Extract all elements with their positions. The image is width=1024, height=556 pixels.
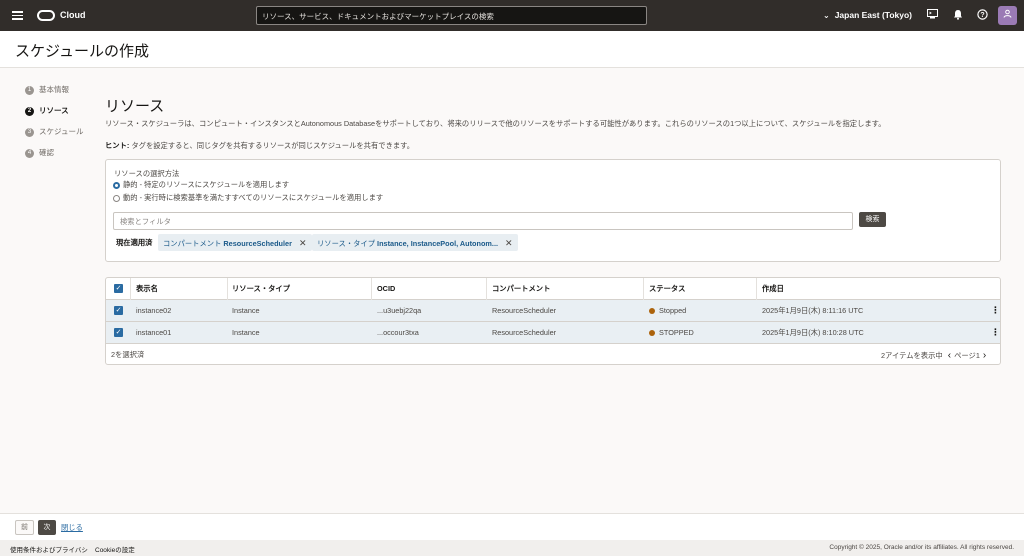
column-header[interactable]: ステータス	[649, 284, 685, 294]
copyright-text: Copyright © 2025, Oracle and/or its affi…	[829, 544, 1014, 551]
table-header: ✓ 表示名 リソース・タイプ OCID コンパートメント ステータス 作成日	[106, 278, 1000, 300]
row-actions-menu-icon[interactable]: ⋮	[991, 305, 1000, 316]
next-button[interactable]: 次	[38, 520, 56, 535]
cell-status: STOPPED	[649, 328, 694, 337]
help-icon[interactable]: ?	[976, 9, 988, 21]
section-description: リソース・スケジューラは、コンピュート・インスタンスとAutonomous Da…	[105, 119, 886, 128]
step-number: 1	[25, 85, 34, 95]
column-header[interactable]: コンパートメント	[492, 284, 550, 294]
hint-label: ヒント:	[105, 141, 130, 150]
chip-value: Instance, InstancePool, Autonom...	[377, 239, 499, 248]
column-header[interactable]: 表示名	[136, 284, 158, 294]
selection-method-label: リソースの選択方法	[114, 169, 180, 178]
selected-count: 2を選択済	[111, 350, 145, 359]
row-actions-menu-icon[interactable]: ⋮	[991, 327, 1000, 338]
cell-status: Stopped	[649, 306, 686, 315]
cell-created: 2025年1月9日(木) 8:11:16 UTC	[762, 306, 864, 315]
cookie-settings-link[interactable]: Cookieの設定	[95, 544, 135, 554]
step-label: スケジュール	[39, 127, 84, 136]
previous-button[interactable]: 前	[15, 520, 34, 535]
step-resources[interactable]: 2 リソース	[25, 105, 69, 116]
svg-text:?: ?	[980, 12, 984, 19]
close-icon[interactable]: ✕	[299, 238, 307, 248]
global-search-input[interactable]: リソース、サービス、ドキュメントおよびマーケットプレイスの検索	[256, 6, 647, 25]
radio-dynamic-label: 動的 - 実行時に検索基準を満たすすべてのリソースにスケジュールを適用します	[123, 193, 384, 202]
cell-ocid: ...occour3txa	[377, 328, 419, 337]
section-title: リソース	[105, 98, 165, 115]
row-checkbox[interactable]: ✓	[114, 306, 123, 315]
radio-button-icon	[113, 194, 120, 202]
status-dot-icon	[649, 330, 655, 337]
filter-chip-compartment[interactable]: コンパートメント ResourceScheduler ✕	[158, 234, 312, 251]
cell-display-name: instance02	[136, 306, 172, 315]
terms-privacy-link[interactable]: 使用条件およびプライバシ	[10, 544, 88, 554]
status-label: STOPPED	[659, 328, 694, 337]
resources-table: ✓ 表示名 リソース・タイプ OCID コンパートメント ステータス 作成日 ✓…	[105, 277, 1001, 365]
chip-prefix: リソース・タイプ	[317, 239, 378, 248]
cell-compartment: ResourceScheduler	[492, 306, 557, 315]
top-navigation-bar: Cloud リソース、サービス、ドキュメントおよびマーケットプレイスの検索 ⌄ J…	[0, 0, 1024, 31]
step-number: 2	[25, 106, 34, 116]
pagination: 2アイテムを表示中 ‹ ページ1 ›	[881, 350, 989, 361]
cell-resource-type: Instance	[232, 328, 260, 337]
chevron-down-icon: ⌄	[823, 11, 830, 20]
filter-chip-resource-type[interactable]: リソース・タイプ Instance, InstancePool, Autonom…	[312, 234, 518, 251]
cell-display-name: instance01	[136, 328, 172, 337]
cell-resource-type: Instance	[232, 306, 260, 315]
oracle-logo-icon[interactable]	[37, 10, 55, 21]
status-label: Stopped	[659, 306, 687, 315]
select-all-checkbox[interactable]: ✓	[114, 284, 123, 293]
search-button[interactable]: 検索	[859, 212, 886, 227]
resource-selection-panel: リソースの選択方法 静的 - 特定のリソースにスケジュールを適用します 動的 -…	[105, 159, 1001, 262]
page-title: スケジュールの作成	[15, 43, 149, 60]
search-filter-input[interactable]: 検索とフィルタ	[113, 212, 853, 230]
step-review[interactable]: 4 確認	[25, 147, 54, 158]
cell-ocid: ...u3uebj22qa	[377, 306, 422, 315]
column-header[interactable]: OCID	[377, 284, 395, 293]
step-label: 基本情報	[39, 85, 69, 94]
status-dot-icon	[649, 308, 655, 315]
page-indicator: ページ1	[954, 351, 980, 360]
hint-body: タグを設定すると、同じタグを共有するリソースが同じスケジュールを共有できます。	[129, 141, 415, 150]
region-selector[interactable]: ⌄ Japan East (Tokyo)	[823, 10, 912, 20]
hint-text: ヒント: タグを設定すると、同じタグを共有するリソースが同じスケジュールを共有で…	[105, 141, 414, 151]
close-link[interactable]: 閉じる	[61, 523, 83, 533]
step-label: 確認	[39, 148, 54, 157]
chip-prefix: コンパートメント	[163, 239, 224, 248]
radio-dynamic[interactable]: 動的 - 実行時に検索基準を満たすすべてのリソースにスケジュールを適用します	[113, 193, 383, 203]
chip-value: ResourceScheduler	[223, 239, 292, 248]
radio-static-label: 静的 - 特定のリソースにスケジュールを適用します	[123, 180, 290, 189]
step-basic-info[interactable]: 1 基本情報	[25, 84, 69, 95]
step-number: 3	[25, 127, 34, 137]
table-footer: 2を選択済 2アイテムを表示中 ‹ ページ1 ›	[106, 344, 1000, 366]
close-icon[interactable]: ✕	[505, 238, 513, 248]
step-number: 4	[25, 148, 34, 158]
user-avatar-icon[interactable]	[998, 6, 1017, 25]
radio-button-icon	[113, 181, 120, 189]
row-checkbox[interactable]: ✓	[114, 328, 123, 337]
cell-compartment: ResourceScheduler	[492, 328, 557, 337]
wizard-navigation: 前 次 閉じる	[0, 513, 1024, 540]
brand-label[interactable]: Cloud	[60, 10, 86, 20]
step-schedule[interactable]: 3 スケジュール	[25, 126, 83, 137]
step-label: リソース	[39, 106, 69, 115]
cell-created: 2025年1月9日(木) 8:10:28 UTC	[762, 328, 864, 337]
region-label: Japan East (Tokyo)	[834, 10, 913, 20]
column-header[interactable]: リソース・タイプ	[232, 284, 290, 294]
notification-bell-icon[interactable]	[952, 9, 964, 21]
table-row[interactable]: ✓ instance02 Instance ...u3uebj22qa Reso…	[106, 300, 1000, 322]
cloud-shell-icon[interactable]	[926, 9, 938, 21]
page-footer: 使用条件およびプライバシ Cookieの設定 Copyright © 2025,…	[0, 540, 1024, 556]
applied-filters-label: 現在適用済	[116, 238, 153, 247]
column-header[interactable]: 作成日	[762, 284, 784, 294]
radio-static[interactable]: 静的 - 特定のリソースにスケジュールを適用します	[113, 180, 289, 190]
page-header: スケジュールの作成	[0, 31, 1024, 68]
chevron-right-icon[interactable]: ›	[983, 350, 986, 361]
table-row[interactable]: ✓ instance01 Instance ...occour3txa Reso…	[106, 322, 1000, 344]
items-showing: 2アイテムを表示中	[881, 351, 943, 360]
chevron-left-icon[interactable]: ‹	[948, 350, 951, 361]
menu-icon[interactable]	[12, 11, 23, 20]
